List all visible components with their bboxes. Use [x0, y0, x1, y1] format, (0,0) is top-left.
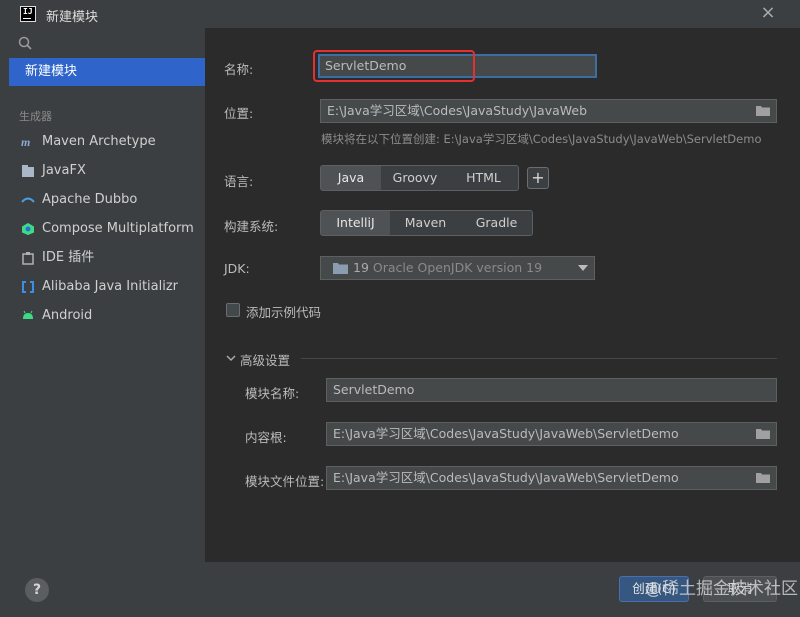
- build-option-maven[interactable]: Maven: [390, 211, 461, 235]
- location-value: E:\Java学习区域\Codes\JavaStudy\JavaWeb: [327, 103, 588, 118]
- module-file-location-field[interactable]: E:\Java学习区域\Codes\JavaStudy\JavaWeb\Serv…: [326, 466, 777, 490]
- sidebar-item-label: Apache Dubbo: [42, 192, 138, 207]
- android-icon: [23, 310, 33, 319]
- name-label: 名称:: [224, 62, 254, 77]
- language-label: 语言:: [224, 174, 254, 189]
- module-name-label: 模块名称:: [245, 386, 300, 401]
- dialog-footer: 创建(C) 取消: [205, 562, 800, 607]
- sidebar-item-maven-archetype[interactable]: m Maven Archetype: [9, 128, 205, 156]
- chevron-down-icon: [578, 265, 588, 271]
- compose-icon: [22, 223, 34, 235]
- jdk-folder-icon: [333, 263, 348, 274]
- build-option-intellij[interactable]: IntelliJ: [321, 211, 390, 235]
- sidebar-item-label: Alibaba Java Initializr: [42, 279, 179, 294]
- sidebar-item-label: IDE 插件: [42, 250, 95, 265]
- intellij-logo-icon: IJ: [20, 6, 36, 22]
- folder-icon[interactable]: [756, 472, 770, 483]
- language-option-java[interactable]: Java: [321, 166, 381, 190]
- main-panel: 名称: ServletDemo 位置: E:\Java学习区域\Codes\Ja…: [205, 28, 800, 607]
- build-option-gradle[interactable]: Gradle: [461, 211, 532, 235]
- sidebar-item-label: Android: [42, 308, 93, 323]
- language-option-html[interactable]: HTML: [449, 166, 518, 190]
- add-language-button[interactable]: +: [527, 167, 549, 189]
- sidebar-section-generators: 生成器: [19, 110, 52, 123]
- sidebar-item-ide-plugin[interactable]: IDE 插件: [9, 244, 205, 272]
- module-file-location-value: E:\Java学习区域\Codes\JavaStudy\JavaWeb\Serv…: [333, 470, 679, 485]
- dubbo-icon: [21, 197, 35, 203]
- alibaba-icon: [22, 281, 34, 293]
- jdk-version: 19: [353, 260, 373, 275]
- sidebar-item-android[interactable]: Android: [9, 302, 205, 330]
- sidebar-item-compose-multiplatform[interactable]: Compose Multiplatform: [9, 215, 205, 243]
- sample-code-label[interactable]: 添加示例代码: [246, 302, 321, 321]
- title-bar: IJ 新建模块 ×: [0, 0, 800, 28]
- sample-code-checkbox[interactable]: [226, 303, 240, 317]
- build-system-label: 构建系统:: [224, 219, 279, 234]
- location-hint: 模块将在以下位置创建: E:\Java学习区域\Codes\JavaStudy\…: [321, 132, 762, 146]
- content-root-field[interactable]: E:\Java学习区域\Codes\JavaStudy\JavaWeb\Serv…: [326, 422, 777, 446]
- jdk-name: Oracle OpenJDK version 19: [372, 260, 543, 275]
- folder-icon[interactable]: [756, 428, 770, 439]
- name-field[interactable]: ServletDemo: [318, 54, 597, 78]
- help-button[interactable]: ?: [25, 578, 49, 602]
- close-icon[interactable]: ×: [758, 2, 778, 24]
- language-selector: Java Groovy HTML: [320, 165, 519, 191]
- window-bottom-edge: [0, 607, 800, 617]
- module-name-field[interactable]: ServletDemo: [326, 378, 777, 402]
- divider: [301, 358, 777, 359]
- language-option-groovy[interactable]: Groovy: [381, 166, 449, 190]
- module-file-location-label: 模块文件位置:: [245, 474, 325, 489]
- content-root-value: E:\Java学习区域\Codes\JavaStudy\JavaWeb\Serv…: [333, 426, 679, 441]
- sidebar-item-new-module[interactable]: 新建模块: [9, 58, 205, 86]
- maven-icon: m: [21, 135, 30, 149]
- create-button[interactable]: 创建(C): [619, 576, 689, 602]
- sidebar-item-label: Maven Archetype: [42, 134, 156, 149]
- window-title: 新建模块: [46, 10, 99, 25]
- ide-plugin-icon: [22, 252, 34, 265]
- location-label: 位置:: [224, 106, 254, 121]
- location-field[interactable]: E:\Java学习区域\Codes\JavaStudy\JavaWeb: [320, 99, 777, 123]
- content-root-label: 内容根:: [245, 430, 287, 445]
- build-system-selector: IntelliJ Maven Gradle: [320, 210, 533, 236]
- chevron-down-icon[interactable]: [226, 353, 236, 363]
- sidebar: 新建模块 生成器 m Maven Archetype JavaFX Apache…: [9, 28, 205, 607]
- folder-icon[interactable]: [756, 105, 770, 116]
- javafx-icon: [22, 165, 34, 177]
- jdk-dropdown[interactable]: 19 Oracle OpenJDK version 19: [320, 256, 595, 280]
- sidebar-item-apache-dubbo[interactable]: Apache Dubbo: [9, 186, 205, 214]
- sidebar-item-javafx[interactable]: JavaFX: [9, 157, 205, 185]
- cancel-button[interactable]: 取消: [703, 576, 777, 602]
- jdk-label: JDK:: [224, 261, 250, 276]
- advanced-settings-title[interactable]: 高级设置: [240, 350, 290, 369]
- sidebar-item-label: JavaFX: [42, 163, 86, 178]
- search-icon[interactable]: [17, 35, 35, 53]
- sidebar-item-alibaba-java-initializr[interactable]: Alibaba Java Initializr: [9, 273, 205, 301]
- sidebar-item-label: Compose Multiplatform: [42, 221, 194, 236]
- svg-text:m: m: [21, 135, 30, 149]
